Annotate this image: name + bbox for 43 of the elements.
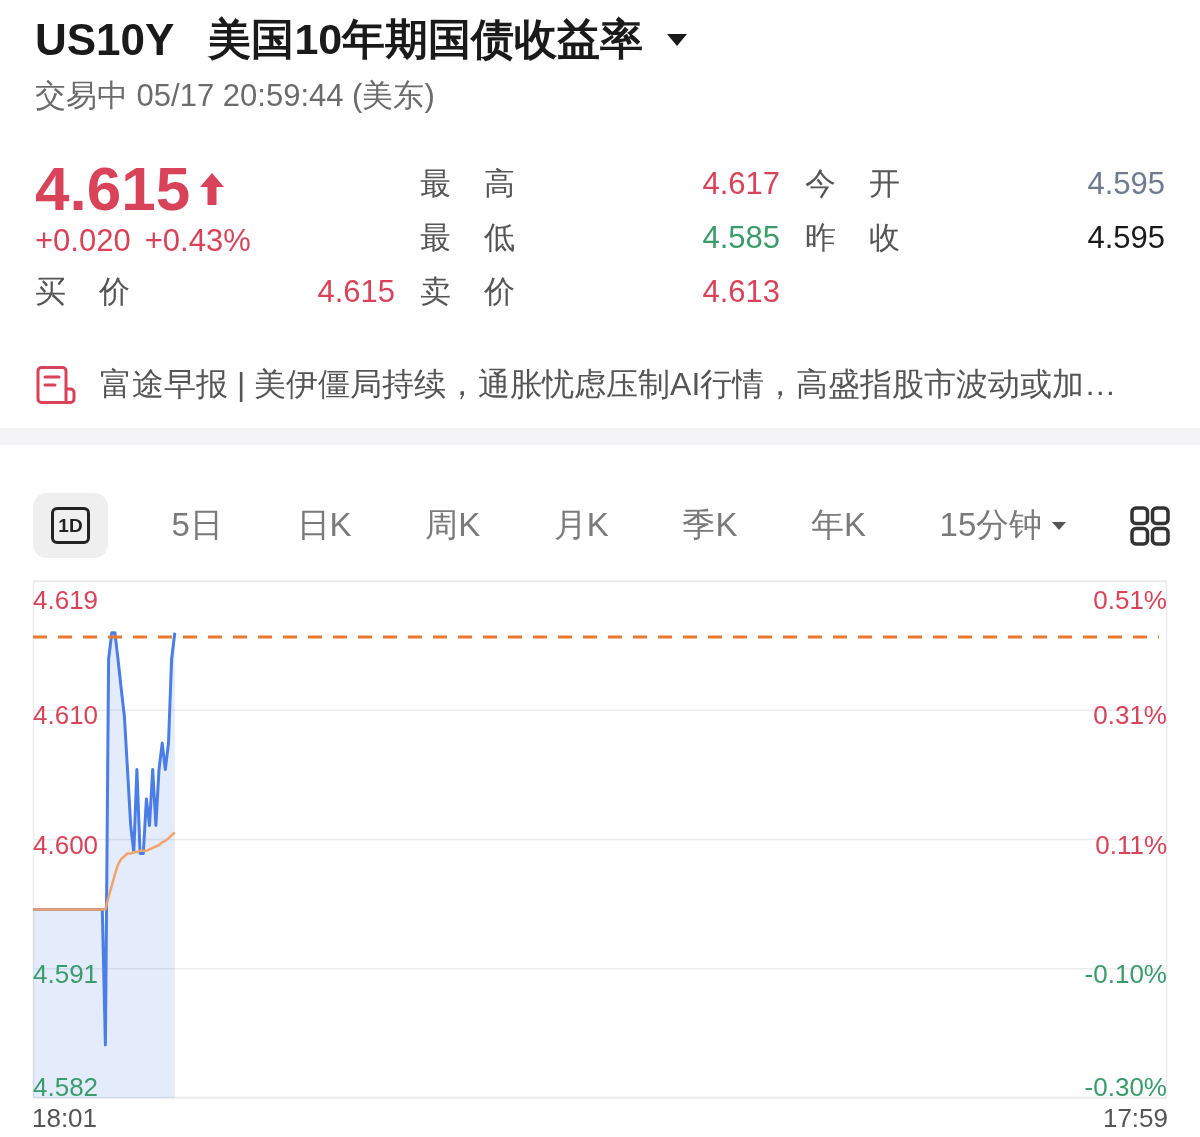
caret-icon [1052,521,1067,530]
document-icon [36,365,76,405]
percent-axis-label: 0.31% [1093,700,1167,731]
last-price: 4.615 [35,157,191,221]
percent-change: +0.43% [144,223,251,259]
tab[interactable]: 5日 [161,493,233,558]
stat-value: 4.615 [317,274,395,310]
tab[interactable]: 日K [286,493,362,558]
stat-label: 买 价 [35,273,130,311]
price-axis-label: 4.610 [33,700,99,731]
price-axis-label: 4.600 [33,829,99,860]
percent-axis-label: 0.51% [1093,585,1167,615]
percent-axis-label: 0.11% [1095,829,1167,860]
tab[interactable]: 月K [543,493,619,558]
ticker-symbol: US10Y [35,15,175,65]
price-axis-label: 4.591 [33,958,99,989]
tab[interactable]: 周K [415,493,491,558]
percent-axis-label: -0.10% [1084,958,1167,989]
grid-icon[interactable] [1129,505,1170,546]
tab[interactable]: 季K [672,493,748,558]
stat-value: 4.585 [702,220,780,256]
caret-icon[interactable] [667,34,688,46]
stat-value: 4.613 [702,274,780,310]
stat-label: 昨 收 [805,219,900,257]
stat-value: 4.595 [1087,166,1165,202]
stat-value: 4.595 [1087,220,1165,256]
price-axis-label: 4.582 [33,1072,99,1102]
stat-label: 最 低 [420,219,515,257]
time-axis-label: 17:59 [1102,1103,1169,1133]
stat-label: 最 高 [420,165,515,203]
percent-axis-label: -0.30% [1084,1072,1167,1102]
trading-status: 交易中 05/17 20:59:44 (美东) [35,77,435,115]
news-headline[interactable]: 富途早报 | 美伊僵局持续，通胀忧虑压制AI行情，高盛指股市波动或加… [100,363,1117,407]
tab[interactable]: 年K [801,493,876,558]
time-axis-label: 18:01 [31,1103,98,1133]
price-change: +0.020 [35,223,131,259]
instrument-name: 美国10年期国债收益率 [208,14,644,65]
price-axis-label: 4.619 [33,585,99,615]
stat-label: 卖 价 [420,273,515,311]
stat-label: 今 开 [805,165,900,203]
stat-value: 4.617 [702,166,780,202]
interval-dropdown[interactable]: 15分钟 [929,493,1077,558]
tab[interactable]: 1D [33,493,108,558]
